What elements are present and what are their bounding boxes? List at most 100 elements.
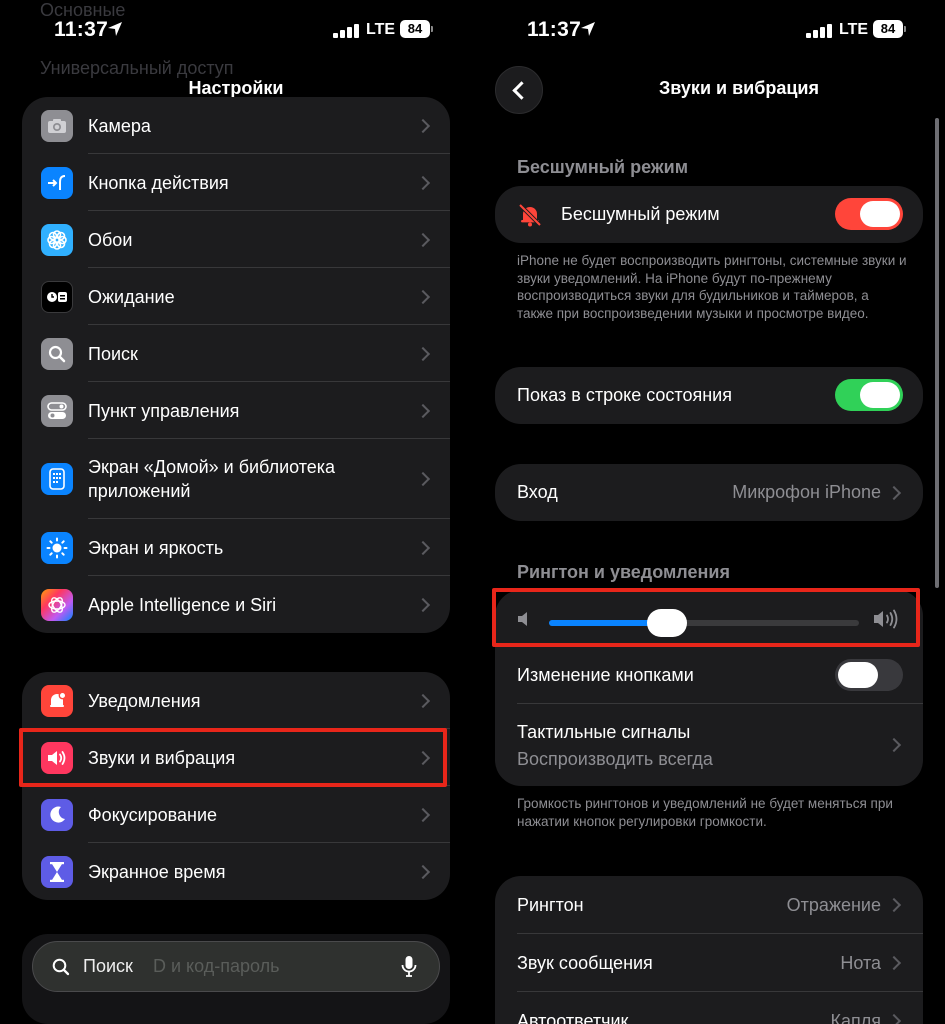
sounds-haptics-screen: 11:37 LTE 84 Звуки и вибрация Бесшумный …: [473, 0, 945, 1024]
chevron-right-icon: [415, 346, 431, 361]
search-field[interactable]: Поиск D и код-пароль: [32, 941, 440, 992]
chevron-right-icon: [886, 955, 902, 971]
settings-item-action-button[interactable]: Кнопка действия: [22, 154, 450, 211]
settings-item-label: Фокусирование: [88, 804, 218, 825]
page-title: Настройки: [188, 78, 284, 98]
settings-item-label: Уведомления: [88, 690, 201, 711]
voicemail-row[interactable]: Автоответчик Капля: [495, 992, 923, 1024]
chevron-right-icon: [415, 597, 431, 612]
settings-item-label: Поиск: [88, 343, 138, 364]
ringer-footnote: Громкость рингтонов и уведомлений не буд…: [517, 796, 893, 829]
signal-icon: [806, 24, 832, 38]
sound-patterns-group: Рингтон Отражение Звук сообщения Нота Ав…: [495, 876, 923, 1024]
home-screen-icon: [41, 463, 73, 495]
location-arrow-icon: [581, 22, 595, 36]
battery-icon: 84: [400, 20, 430, 38]
show-in-status-bar-toggle[interactable]: [835, 379, 903, 411]
ringtone-value: Отражение: [786, 894, 881, 915]
search-behind-text: D и код-пароль: [153, 956, 280, 976]
brightness-icon: [41, 531, 73, 564]
status-bar: 11:37 LTE 84: [473, 18, 945, 48]
speaker-icon: [41, 741, 73, 774]
speaker-high-icon: [874, 609, 898, 629]
input-row[interactable]: Вход Микрофон iPhone: [495, 464, 923, 521]
settings-item-sounds-haptics[interactable]: Звуки и вибрация: [22, 729, 450, 786]
settings-item-standby[interactable]: Ожидание: [22, 268, 450, 325]
settings-item-wallpaper[interactable]: Обои: [22, 211, 450, 268]
chevron-right-icon: [415, 232, 431, 247]
settings-item-control-center[interactable]: Пункт управления: [22, 382, 450, 439]
silent-mode-label: Бесшумный режим: [561, 204, 720, 224]
settings-item-siri[interactable]: Apple Intelligence и Siri: [22, 576, 450, 633]
settings-item-display-brightness[interactable]: Экран и яркость: [22, 519, 450, 576]
settings-item-label: Apple Intelligence и Siri: [88, 594, 277, 615]
settings-item-label: Экран и яркость: [88, 537, 224, 558]
control-center-icon: [41, 394, 73, 427]
settings-item-label: Ожидание: [88, 286, 175, 307]
silent-mode-toggle[interactable]: [835, 198, 903, 230]
siri-icon: [41, 588, 73, 621]
toggle-knob: [860, 201, 900, 227]
toggle-knob: [860, 382, 900, 408]
section-header-ringer: Рингтон и уведомления: [517, 562, 730, 582]
ringtone-row[interactable]: Рингтон Отражение: [495, 876, 923, 934]
ghost-row-accessibility: Универсальный доступ: [40, 58, 234, 78]
haptics-row[interactable]: Тактильные сигналы Воспроизводить всегда: [495, 704, 923, 786]
settings-item-home-screen[interactable]: Экран «Домой» и библиотека приложений: [22, 439, 450, 519]
hourglass-icon: [41, 855, 73, 888]
settings-item-focus[interactable]: Фокусирование: [22, 786, 450, 843]
settings-group-2: Уведомления Звуки и вибрация Фокусирован…: [22, 672, 450, 900]
section-header-silent: Бесшумный режим: [517, 157, 689, 177]
chevron-right-icon: [415, 807, 431, 822]
volume-slider[interactable]: [549, 609, 859, 637]
settings-item-screen-time[interactable]: Экранное время: [22, 843, 450, 900]
haptics-value: Воспроизводить всегда: [517, 749, 713, 769]
input-value: Микрофон iPhone: [732, 482, 881, 502]
ringtone-label: Рингтон: [517, 894, 584, 915]
moon-icon: [41, 798, 73, 831]
chevron-left-icon: [512, 81, 531, 100]
battery-cap: [431, 26, 433, 32]
text-tone-label: Звук сообщения: [517, 952, 653, 973]
input-group: Вход Микрофон iPhone: [495, 464, 923, 521]
chevron-right-icon: [415, 175, 431, 190]
chevron-right-icon: [415, 118, 431, 133]
voicemail-label: Автоответчик: [517, 1010, 629, 1024]
chevron-right-icon: [415, 864, 431, 879]
settings-item-search[interactable]: Поиск: [22, 325, 450, 382]
page-title: Звуки и вибрация: [659, 78, 819, 98]
volume-slider-row: [495, 590, 923, 647]
settings-item-label: Обои: [88, 229, 133, 250]
scrollbar[interactable]: [935, 118, 939, 588]
voicemail-value: Капля: [830, 1010, 882, 1024]
settings-item-camera[interactable]: Камера: [22, 97, 450, 154]
chevron-right-icon: [415, 471, 431, 487]
settings-item-label: Кнопка действия: [88, 172, 229, 193]
status-bar-toggle-group: Показ в строке состояния: [495, 367, 923, 424]
status-bar: 11:37 LTE 84: [0, 18, 472, 48]
show-in-status-bar-row: Показ в строке состояния: [495, 367, 923, 424]
chevron-right-icon: [415, 750, 431, 765]
chevron-right-icon: [886, 1013, 902, 1024]
search-icon: [41, 337, 73, 370]
standby-icon: [41, 280, 73, 313]
search-placeholder: Поиск: [83, 956, 133, 976]
silent-mode-row: Бесшумный режим: [495, 186, 923, 243]
settings-screen: Основные Универсальный доступ 11:37 LTE …: [0, 0, 472, 1024]
settings-item-label: Звуки и вибрация: [88, 747, 236, 768]
show-in-status-bar-label: Показ в строке состояния: [517, 385, 732, 405]
change-with-buttons-toggle[interactable]: [835, 659, 903, 691]
text-tone-row[interactable]: Звук сообщения Нота: [495, 934, 923, 992]
silent-mode-footnote: iPhone не будет воспроизводить рингтоны,…: [517, 253, 907, 321]
settings-item-notifications[interactable]: Уведомления: [22, 672, 450, 729]
silent-mode-group: Бесшумный режим: [495, 186, 923, 243]
chevron-right-icon: [415, 693, 431, 708]
network-type: LTE: [366, 21, 396, 38]
haptics-label: Тактильные сигналы: [517, 722, 691, 742]
search-icon: [52, 958, 70, 976]
battery-icon: 84: [873, 20, 903, 38]
settings-item-label: Камера: [88, 115, 151, 136]
status-time: 11:37: [54, 18, 109, 41]
volume-slider-knob[interactable]: [646, 609, 687, 637]
microphone-icon[interactable]: [401, 955, 417, 979]
